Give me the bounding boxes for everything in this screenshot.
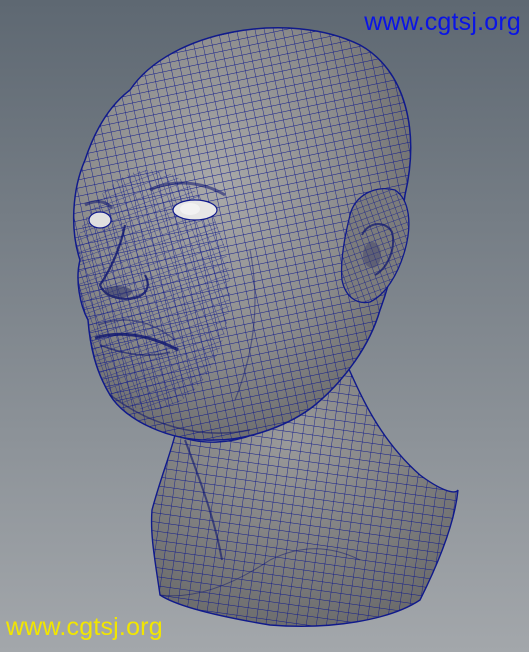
- watermark-bottom: www.cgtsj.org: [6, 613, 163, 641]
- left-eye: [88, 211, 112, 229]
- watermark-top: www.cgtsj.org: [364, 8, 521, 36]
- viewport-3d[interactable]: [0, 0, 529, 652]
- head-mesh-render: [0, 0, 529, 652]
